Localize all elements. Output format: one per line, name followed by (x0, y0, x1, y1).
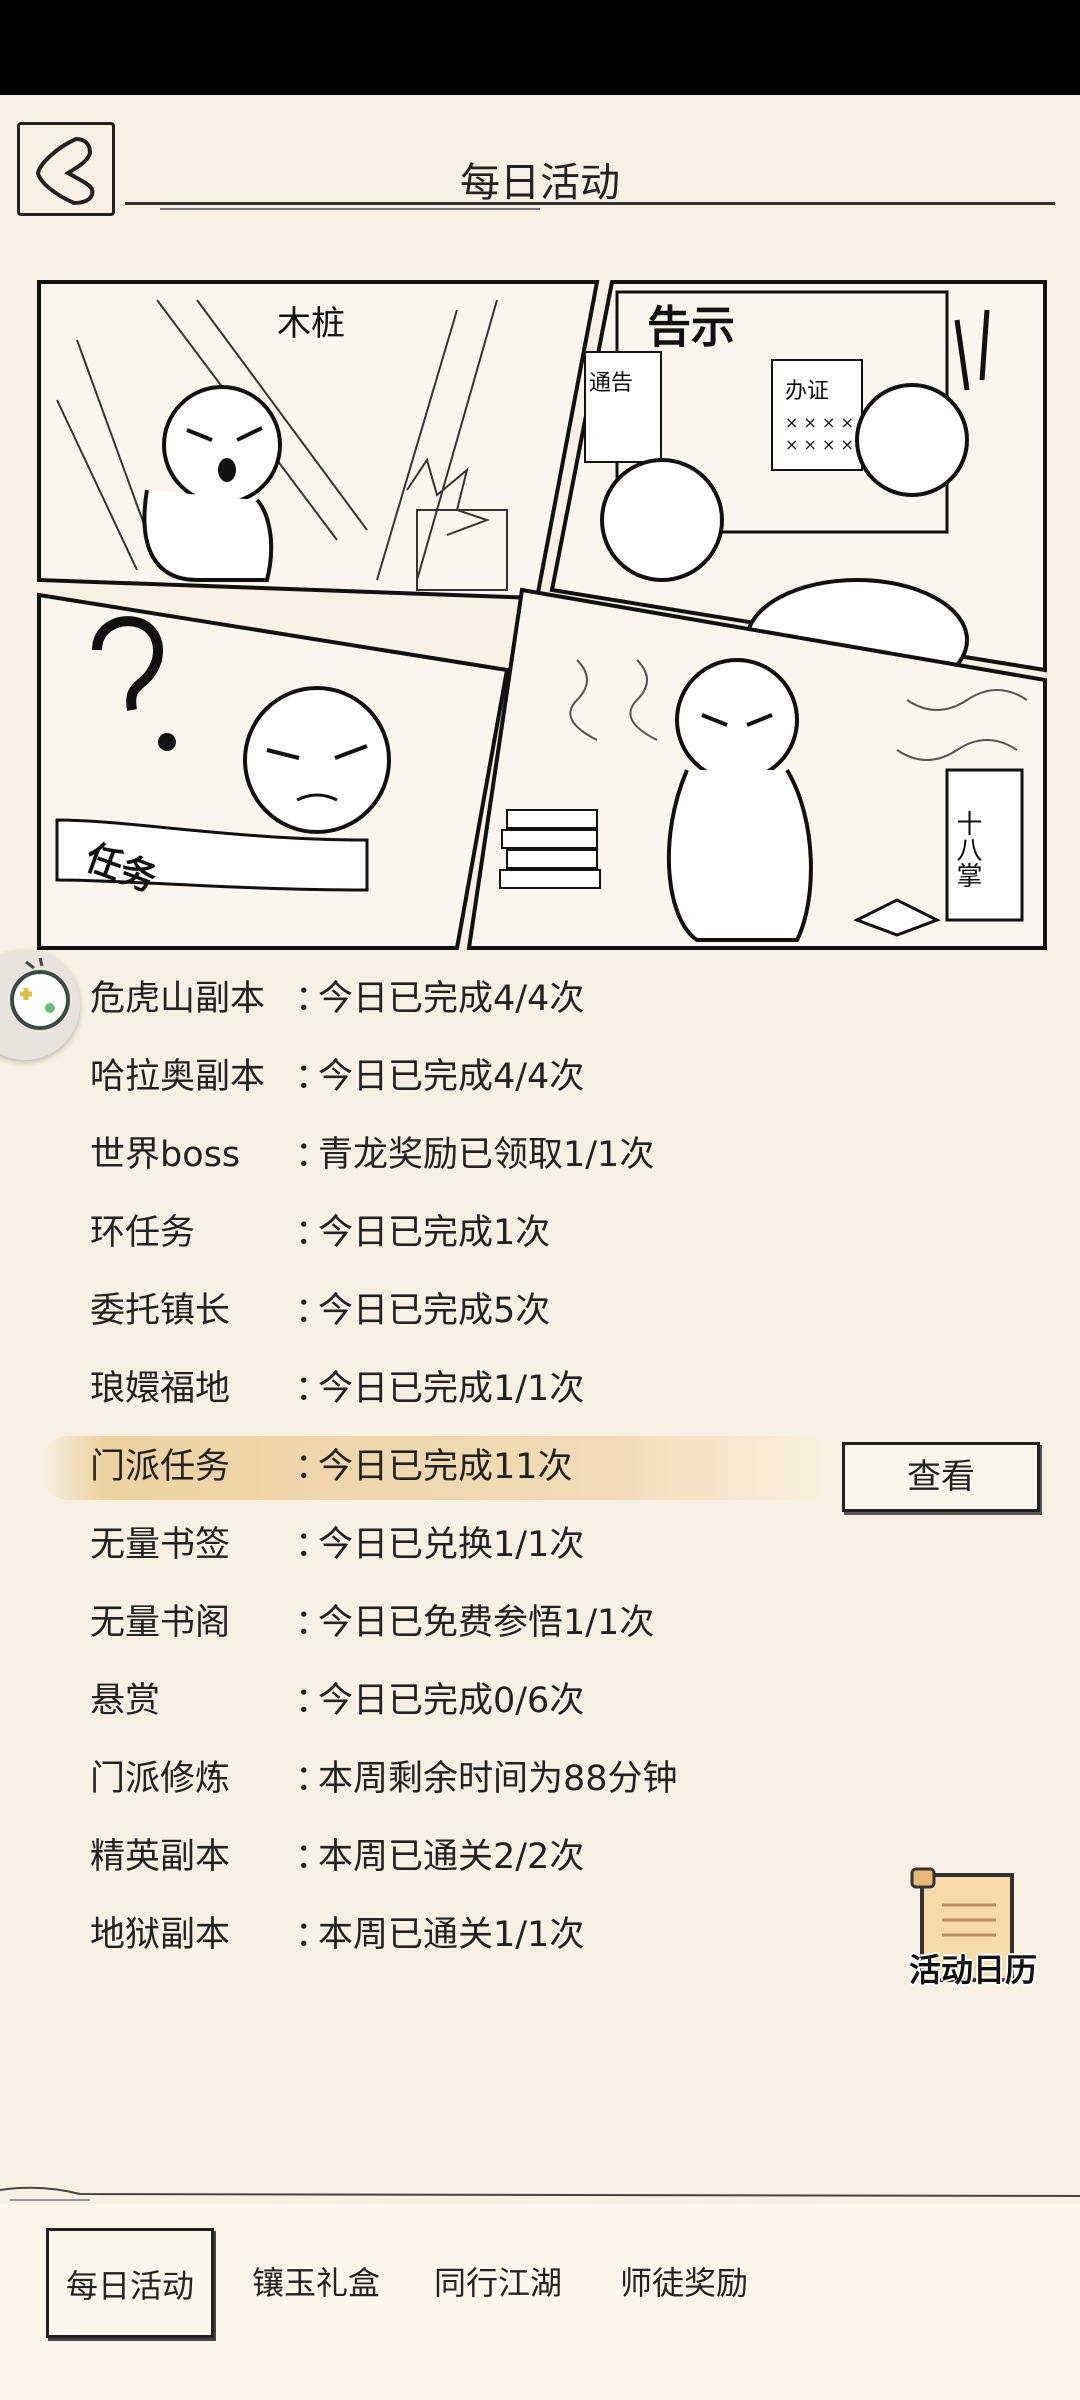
activity-row: 琅嬛福地：今日已完成1/1次 (0, 1350, 1080, 1428)
comic-notice-left: 通告 (589, 371, 633, 396)
activity-name: 地狱副本 (90, 1915, 231, 1955)
activity-name: 琅嬛福地 (90, 1369, 231, 1409)
activity-status: 今日已完成1/1次 (318, 1369, 585, 1409)
activity-row: 危虎山副本：今日已完成4/4次 (0, 960, 1080, 1038)
activity-status: 本周已通关2/2次 (318, 1837, 585, 1877)
comic-illustration: 木桩 告示 通告 办证 × × × × × × × × 任务 十八掌 (37, 280, 1047, 950)
activity-name: 门派任务 (90, 1447, 231, 1487)
tab-jade-gift-box[interactable]: 镶玉礼盒 (232, 2228, 400, 2338)
tab-daily-activity[interactable]: 每日活动 (46, 2228, 214, 2338)
activity-name: 悬赏 (90, 1681, 161, 1721)
activity-status: 今日已完成11次 (318, 1447, 573, 1487)
svg-text:× × × ×: × × × × (785, 413, 854, 432)
activity-name: 危虎山副本 (90, 979, 266, 1019)
activity-row: 悬赏：今日已完成0/6次 (0, 1662, 1080, 1740)
activity-row: 无量书阁：今日已免费参悟1/1次 (0, 1584, 1080, 1662)
activity-calendar-label: 活动日历 (908, 1951, 1037, 1989)
activity-row: 门派修炼：本周剩余时间为88分钟 (0, 1740, 1080, 1818)
svg-text:× × × ×: × × × × (785, 435, 854, 454)
activity-row: 世界boss：青龙奖励已领取1/1次 (0, 1116, 1080, 1194)
activity-name: 世界boss (90, 1135, 241, 1175)
activity-name: 无量书签 (90, 1525, 231, 1565)
activity-status: 今日已完成1次 (318, 1213, 551, 1253)
activity-name: 哈拉奥副本 (90, 1057, 266, 1097)
activity-status: 今日已完成4/4次 (318, 979, 585, 1019)
view-button[interactable]: 查看 (842, 1442, 1040, 1512)
activity-status: 本周已通关1/1次 (318, 1915, 585, 1955)
comic-notice-right: 办证 (785, 379, 829, 404)
activity-name: 委托镇长 (90, 1291, 231, 1331)
comic-book-title: 十八掌 (952, 810, 982, 888)
activity-row: 委托镇长：今日已完成5次 (0, 1272, 1080, 1350)
activity-name: 门派修炼 (90, 1759, 231, 1799)
page-title: 每日活动 (460, 160, 620, 206)
status-bar (0, 0, 1080, 95)
activity-status: 今日已完成5次 (318, 1291, 551, 1331)
activity-name: 无量书阁 (90, 1603, 231, 1643)
activity-status: 今日已完成0/6次 (318, 1681, 585, 1721)
activity-row: 无量书签：今日已兑换1/1次 (0, 1506, 1080, 1584)
activity-status: 今日已完成4/4次 (318, 1057, 585, 1097)
activity-row: 哈拉奥副本：今日已完成4/4次 (0, 1038, 1080, 1116)
tab-mentor-reward[interactable]: 师徒奖励 (600, 2228, 768, 2338)
activity-status: 今日已免费参悟1/1次 (318, 1603, 655, 1643)
header-divider (125, 202, 1055, 205)
comic-label-wooden-stake: 木桩 (277, 304, 345, 344)
activity-name: 环任务 (90, 1213, 196, 1253)
bottom-divider (0, 2186, 1080, 2201)
activity-row: 环任务：今日已完成1次 (0, 1194, 1080, 1272)
tab-travel-together[interactable]: 同行江湖 (414, 2228, 582, 2338)
activity-status: 今日已兑换1/1次 (318, 1525, 585, 1565)
activity-status: 本周剩余时间为88分钟 (318, 1759, 678, 1799)
header-divider-thin (160, 208, 540, 210)
comic-notice-title: 告示 (647, 302, 735, 353)
activity-status: 青龙奖励已领取1/1次 (318, 1135, 655, 1175)
activity-name: 精英副本 (90, 1837, 231, 1877)
